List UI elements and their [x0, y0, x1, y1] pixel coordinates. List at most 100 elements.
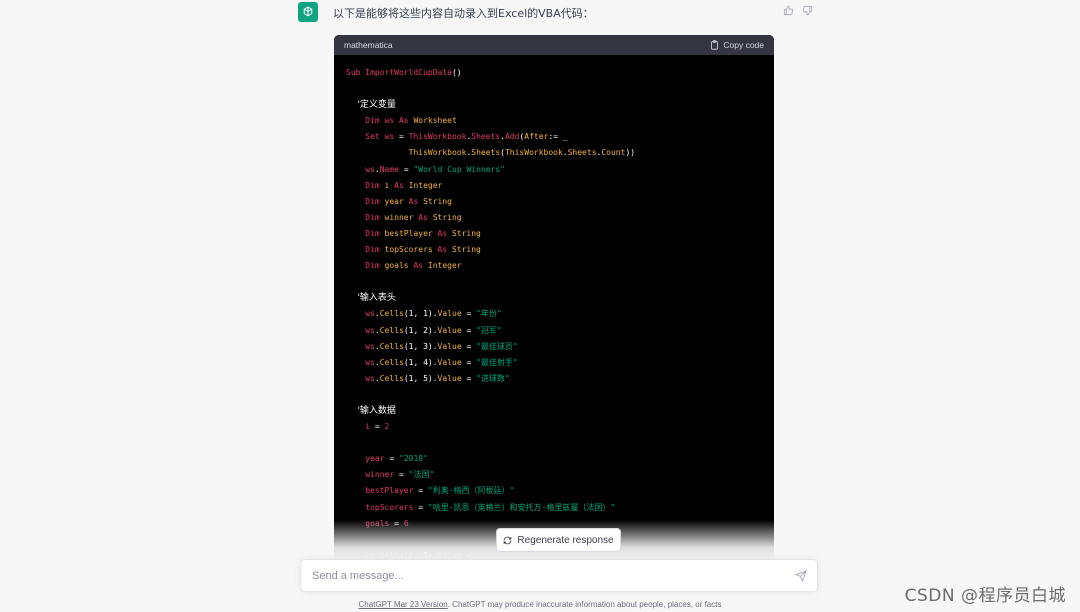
- code-token: Dim: [346, 180, 385, 190]
- code-token: "最佳球员": [476, 341, 518, 351]
- code-token: =: [466, 373, 477, 383]
- thumbs-up-icon[interactable]: [781, 3, 795, 17]
- code-token: =: [374, 422, 385, 432]
- code-token: String: [451, 245, 481, 255]
- code-line: Dim goals As Integer: [346, 258, 762, 274]
- code-content: Sub ImportWorldCupData() '定义变量 Dim ws As…: [334, 55, 774, 565]
- code-token: =: [398, 470, 409, 480]
- copy-code-button[interactable]: Copy code: [710, 40, 764, 50]
- code-token: Integer: [427, 261, 462, 271]
- code-token: "进球数": [476, 373, 510, 383]
- code-token: =: [389, 454, 399, 464]
- code-token: Dim: [346, 261, 385, 271]
- code-token: As: [413, 261, 428, 271]
- code-token: (1, 1).: [403, 309, 438, 319]
- code-token: year: [346, 454, 390, 464]
- code-token: Count: [601, 148, 626, 158]
- regenerate-label: Regenerate response: [517, 534, 614, 546]
- regenerate-response-button[interactable]: Regenerate response: [496, 528, 621, 552]
- code-token: Cells: [379, 373, 404, 383]
- code-token: (): [451, 68, 462, 77]
- code-token: Cells: [379, 325, 404, 335]
- code-token: (1, 2).: [403, 325, 438, 335]
- code-line: Sub ImportWorldCupData(): [346, 65, 762, 81]
- code-token: String: [451, 228, 481, 238]
- footer-text: . ChatGPT may produce inaccurate informa…: [447, 600, 722, 609]
- code-line: i = 2: [346, 419, 762, 435]
- copy-code-label: Copy code: [723, 40, 764, 50]
- code-line: ThisWorkbook.Sheets(ThisWorkbook.Sheets.…: [346, 145, 762, 161]
- code-token: Cells: [379, 309, 404, 319]
- code-line: '输入表头: [346, 290, 762, 306]
- code-token: Cells: [379, 357, 404, 367]
- code-language-label: mathematica: [344, 40, 393, 50]
- code-token: goals: [384, 261, 414, 271]
- code-token: As: [437, 245, 452, 255]
- code-token: i: [384, 180, 395, 190]
- code-token: String: [432, 212, 462, 222]
- code-token: Dim: [346, 228, 385, 238]
- code-token: ws: [384, 116, 399, 126]
- code-token: Worksheet: [413, 116, 457, 126]
- code-token: "World Cup Winners": [413, 164, 505, 174]
- code-token: =: [398, 132, 409, 142]
- code-token: ThisWorkbook: [408, 132, 467, 142]
- code-token: ws: [346, 373, 375, 383]
- code-line: Dim winner As String: [346, 210, 762, 226]
- code-token: Set: [346, 132, 385, 142]
- refresh-icon: [504, 536, 512, 544]
- message-input-container: [300, 559, 818, 592]
- code-token: (1, 5).: [403, 373, 438, 383]
- code-line: ws.Cells(1, 2).Value = "冠军": [346, 323, 762, 339]
- code-token: Value: [437, 309, 467, 319]
- code-token: winner: [384, 212, 419, 222]
- code-token: "冠军": [476, 325, 502, 335]
- code-token: "法国": [408, 470, 435, 480]
- code-line: ws.Name = "World Cup Winners": [346, 162, 762, 178]
- openai-logo-icon: [303, 6, 313, 17]
- code-token: Add: [504, 132, 520, 142]
- code-token: Name: [379, 164, 404, 174]
- assistant-avatar: [298, 2, 318, 22]
- code-token: Value: [437, 341, 467, 351]
- code-token: ws: [346, 309, 375, 319]
- code-line: bestPlayer = "利奥·梅西（阿根廷）": [346, 483, 762, 499]
- code-token: Dim: [346, 212, 385, 222]
- code-token: topScorers: [384, 245, 438, 255]
- chat-page: 以下是能够将这些内容自动录入到Excel的VBA代码： mathematica …: [0, 0, 1080, 612]
- message-input[interactable]: [301, 560, 771, 591]
- code-token: "2018": [399, 454, 428, 464]
- code-token: ws: [346, 341, 375, 351]
- code-token: ws: [346, 164, 375, 174]
- code-token: "哈里·凯恩（英格兰）和安托万·格里兹曼（法国）": [427, 502, 616, 512]
- version-link[interactable]: ChatGPT Mar 23 Version: [358, 600, 447, 609]
- code-token: As: [437, 228, 452, 238]
- code-line: ws.Cells(1, 1).Value = "年份": [346, 306, 762, 322]
- code-token: Dim: [346, 245, 385, 255]
- code-line: ws.Cells(1, 3).Value = "最佳球员": [346, 339, 762, 355]
- code-token: )): [625, 148, 636, 158]
- code-token: '输入表头: [346, 293, 396, 304]
- code-token: =: [466, 357, 477, 367]
- code-token: winner: [346, 470, 399, 480]
- code-token: (1, 3).: [403, 341, 438, 351]
- code-token: "年份": [476, 309, 502, 319]
- code-token: (1, 4).: [403, 357, 438, 367]
- code-token: Value: [437, 357, 467, 367]
- code-token: Dim: [346, 196, 385, 206]
- thumbs-down-icon[interactable]: [800, 3, 814, 17]
- code-token: ws: [384, 132, 399, 142]
- code-token: '输入数据: [346, 405, 396, 416]
- send-icon[interactable]: [795, 570, 807, 582]
- code-token: year: [384, 196, 409, 206]
- code-line: Dim bestPlayer As String: [346, 226, 762, 242]
- code-token: Value: [437, 373, 467, 383]
- assistant-message-intro: 以下是能够将这些内容自动录入到Excel的VBA代码：: [333, 7, 594, 20]
- code-token: Sub: [346, 68, 366, 77]
- code-token: "利奥·梅西（阿根廷）": [427, 486, 515, 496]
- code-token: =: [466, 309, 477, 319]
